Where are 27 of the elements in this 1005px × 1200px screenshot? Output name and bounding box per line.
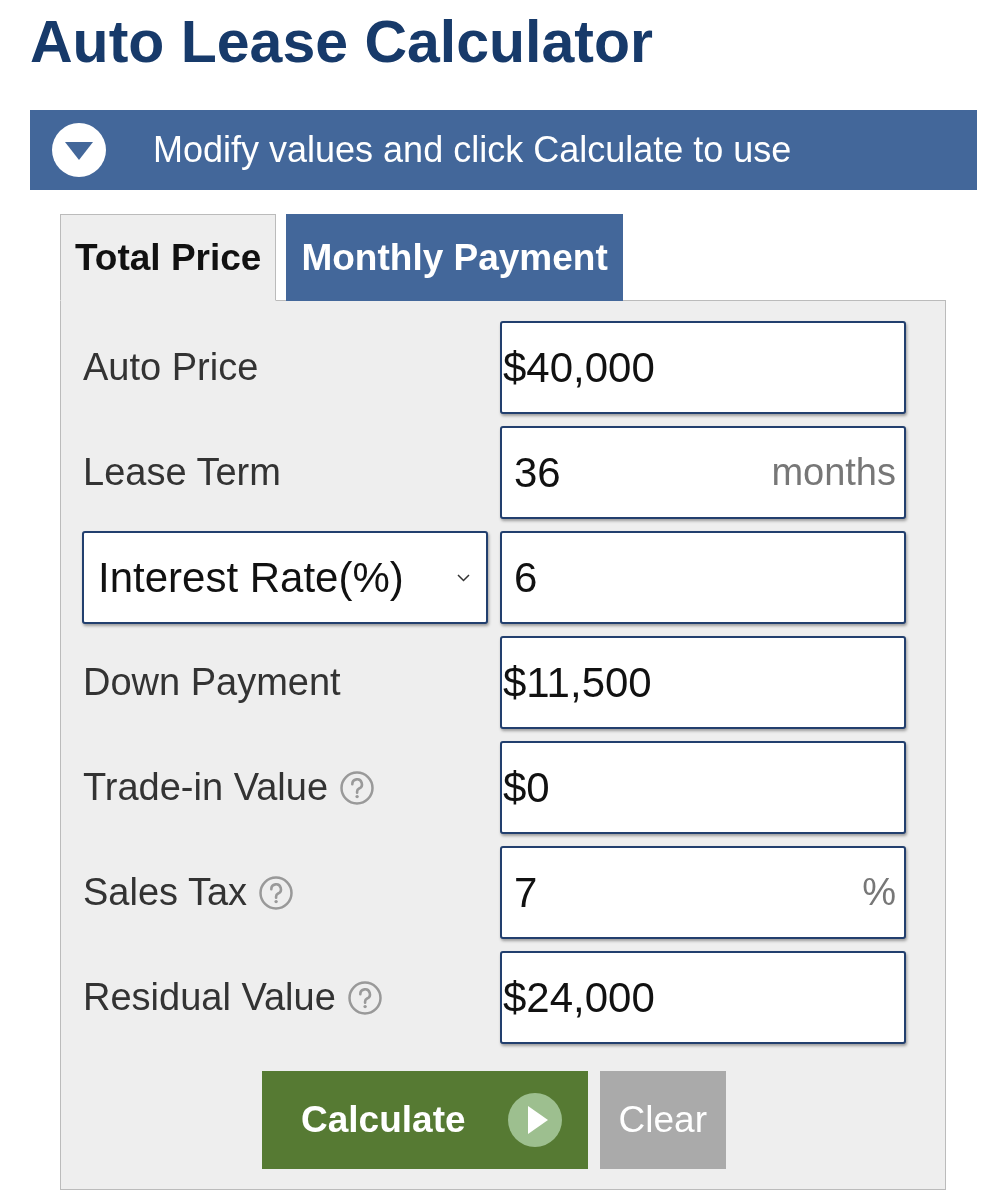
rate-type-dropdown[interactable]: Interest Rate(%) [82, 531, 488, 624]
input-field[interactable]: $0 [500, 741, 906, 834]
input-field[interactable]: $11,500 [500, 636, 906, 729]
unit-label: % [862, 871, 896, 914]
input-field[interactable]: 6 [500, 531, 906, 624]
field-label: Lease Term [83, 451, 281, 494]
help-icon[interactable] [340, 770, 374, 805]
input-field[interactable]: $24,000 [500, 951, 906, 1044]
page-title: Auto Lease Calculator [30, 8, 654, 76]
input-field[interactable]: 36 months [500, 426, 906, 519]
tab[interactable]: Total Price [60, 214, 277, 301]
field-label: Down Payment [83, 661, 341, 704]
field-label: Auto Price [83, 346, 259, 389]
field-label: Sales Tax [83, 871, 248, 914]
help-icon[interactable] [259, 875, 294, 910]
calculate-button[interactable]: Calculate [262, 1071, 588, 1169]
tab[interactable]: Monthly Payment [286, 214, 623, 301]
field-label: Residual Value [83, 976, 336, 1019]
input-field[interactable]: $40,000 [500, 321, 906, 414]
field-label: Trade-in Value [83, 766, 328, 809]
play-icon [507, 1093, 562, 1147]
help-icon[interactable] [347, 980, 382, 1015]
caret-down-icon[interactable] [52, 123, 106, 177]
chevron-down-icon [457, 573, 470, 582]
input-field[interactable]: 7 % [500, 846, 906, 939]
banner-text: Modify values and click Calculate to use [153, 129, 792, 171]
unit-label: months [771, 451, 896, 494]
